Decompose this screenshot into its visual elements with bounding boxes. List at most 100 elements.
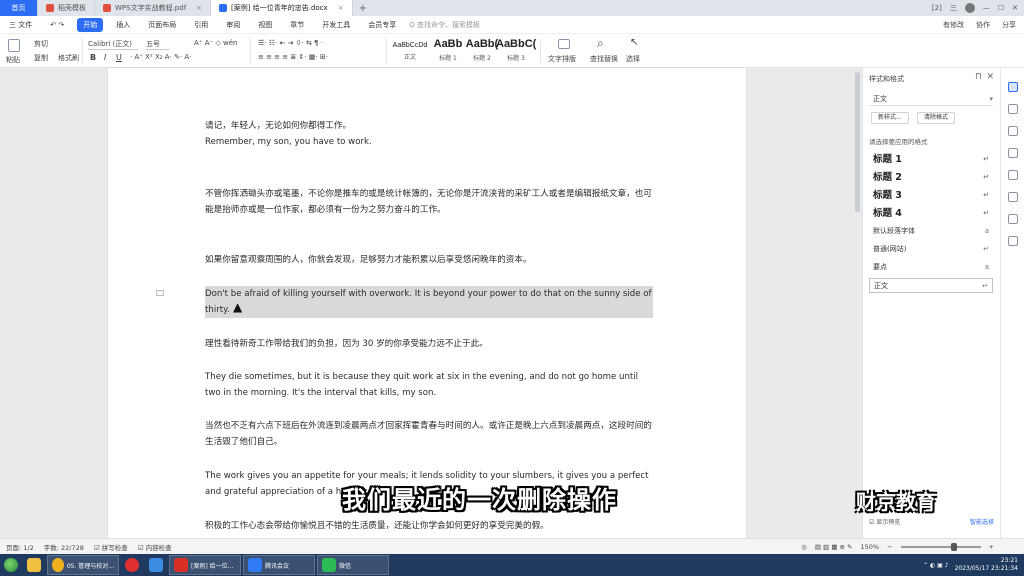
- text-format-icons[interactable]: · A⁺ X² X₂ A· ✎· A·: [130, 53, 191, 61]
- taskbar-netease[interactable]: [121, 555, 143, 575]
- taskbar-tencent-meeting[interactable]: 腾讯会议: [243, 555, 315, 575]
- style-normal[interactable]: AaBbCcDd 正文: [390, 36, 430, 64]
- new-tab-button[interactable]: +: [353, 0, 373, 16]
- minimize-icon[interactable]: —: [983, 4, 990, 12]
- maximize-icon[interactable]: ☐: [998, 4, 1004, 12]
- style-item-heading-3[interactable]: 标题 3 ↵: [869, 188, 993, 203]
- zoom-in-icon[interactable]: +: [989, 543, 994, 551]
- clear-format-button[interactable]: 清除格式: [917, 112, 956, 124]
- selected-paragraph[interactable]: Don't be afraid of killing yourself with…: [205, 286, 653, 318]
- collaborate-button[interactable]: 协作: [976, 20, 990, 30]
- word-count[interactable]: 字数: 22/728: [44, 542, 84, 552]
- close-icon[interactable]: ✕: [986, 72, 994, 82]
- tab-docx[interactable]: [案例] 给一位青年的忠告.docx ×: [211, 0, 353, 16]
- document-page[interactable]: 请记，年轻人，无论如何你都得工作。 Remember, my son, you …: [108, 68, 746, 538]
- paragraph[interactable]: 如果你留意观察周围的人，你就会发现，足够努力才能积累以后享受悠闲晚年的资本。: [205, 252, 653, 268]
- find-replace-button[interactable]: 查找替换: [590, 54, 618, 64]
- file-menu[interactable]: 三 文件: [0, 20, 41, 30]
- font-size-select[interactable]: 五号: [146, 39, 170, 50]
- paragraph[interactable]: 理性看待新奇工作带给我们的负担，因为 30 岁的你承受能力远不止于此。: [205, 336, 653, 352]
- font-family-select[interactable]: Calibri (正文): [88, 39, 138, 50]
- menu-review[interactable]: 审阅: [217, 20, 249, 30]
- modified-status[interactable]: 有修改: [943, 20, 964, 30]
- undo-icon[interactable]: ↶ ↷: [41, 21, 73, 29]
- font-grow-icon[interactable]: A⁺ A⁻ ◇ wén: [194, 39, 238, 47]
- menu-section[interactable]: 章节: [281, 20, 313, 30]
- tab-home[interactable]: 首页: [0, 0, 38, 16]
- close-tab-icon[interactable]: ×: [338, 4, 344, 12]
- page-view-icon[interactable]: ▤ ▥ ▦ ⊕ ✎: [815, 543, 853, 551]
- show-preview-checkbox[interactable]: ☑ 显示预览: [869, 517, 900, 526]
- new-style-button[interactable]: 新样式...: [871, 112, 909, 124]
- format-painter-button[interactable]: 格式刷: [58, 53, 79, 63]
- menu-insert[interactable]: 插入: [107, 20, 139, 30]
- close-tab-icon[interactable]: ×: [196, 4, 202, 12]
- zoom-level[interactable]: 150%: [861, 543, 880, 551]
- list-icons[interactable]: ☰· ☷· ⇤ ⇥ ⇳· ⇆ ¶ ·: [258, 39, 323, 47]
- vertical-scrollbar[interactable]: [855, 72, 860, 212]
- taskbar-wps[interactable]: [案例] 给一位...: [169, 555, 241, 575]
- menu-home[interactable]: 开始: [77, 17, 104, 32]
- taskbar-chrome[interactable]: 05. 管理与校对...: [47, 555, 119, 575]
- cut-button[interactable]: 剪切: [34, 39, 48, 49]
- align-icons[interactable]: ≡ ≡ ≡ ≡ ≣ ⇕· ▦· ⊞·: [258, 53, 328, 61]
- taskbar-wechat[interactable]: 微信: [317, 555, 389, 575]
- style-item-default-font[interactable]: 默认段落字体 a: [869, 224, 993, 239]
- share-icon[interactable]: [1008, 236, 1018, 246]
- edit-icon[interactable]: [1008, 126, 1018, 136]
- text-layout-button[interactable]: 文字排版: [548, 54, 576, 64]
- taskbar-explorer[interactable]: [23, 555, 45, 575]
- settings-icon[interactable]: [1008, 148, 1018, 158]
- underline-button[interactable]: U: [116, 53, 122, 62]
- select-button[interactable]: 选择: [626, 54, 640, 64]
- translate-icon[interactable]: [1008, 192, 1018, 202]
- zoom-out-icon[interactable]: −: [887, 543, 892, 551]
- bold-button[interactable]: B: [90, 53, 96, 62]
- italic-button[interactable]: I: [104, 53, 106, 62]
- start-button[interactable]: [0, 554, 22, 576]
- style-item-heading-1[interactable]: 标题 1 ↵: [869, 152, 993, 167]
- page-indicator[interactable]: 页面: 1/2: [6, 542, 34, 552]
- styles-pen-icon[interactable]: [1008, 82, 1018, 92]
- share-button[interactable]: 分享: [1002, 20, 1016, 30]
- text-layout-icon[interactable]: [558, 39, 570, 49]
- tray-icons[interactable]: ⌃ ◐ ▣ ♪: [923, 562, 948, 569]
- menu-badge[interactable]: 三: [950, 3, 957, 13]
- spell-check-toggle[interactable]: ☑ 拼写检查: [94, 542, 128, 552]
- tab-docer-templates[interactable]: 稻壳模板: [38, 0, 95, 16]
- location-icon[interactable]: [1008, 170, 1018, 180]
- panel-pin-icon[interactable]: ⊓: [975, 72, 982, 82]
- paragraph[interactable]: 积极的工作心态会带给你愉悦且不错的生活质量，还能让你学会如何更好的享受完美的假。: [205, 518, 653, 534]
- user-avatar[interactable]: [964, 3, 975, 13]
- style-item-heading-4[interactable]: 标题 4 ↵: [869, 206, 993, 221]
- content-check-toggle[interactable]: ☑ 内容检查: [138, 542, 172, 552]
- paste-icon[interactable]: [8, 39, 20, 52]
- style-heading-3[interactable]: AaBbC( 标题 3: [496, 36, 536, 64]
- taskbar-feishu[interactable]: [145, 555, 167, 575]
- style-item-normal-web[interactable]: 普通(网站) ↵: [869, 242, 993, 257]
- menu-page-layout[interactable]: 页面布局: [139, 20, 185, 30]
- menu-references[interactable]: 引用: [185, 20, 217, 30]
- style-item-strong[interactable]: 要点 a: [869, 260, 993, 275]
- paragraph[interactable]: 请记，年轻人，无论如何你都得工作。 Remember, my son, you …: [205, 118, 653, 150]
- select-icon[interactable]: [1008, 104, 1018, 114]
- menu-view[interactable]: 视图: [249, 20, 281, 30]
- tab-pdf[interactable]: WPS文字实战教程.pdf ×: [95, 0, 212, 16]
- cursor-arrow-icon[interactable]: ↖: [630, 37, 638, 48]
- search-icon[interactable]: ⌕: [597, 36, 604, 51]
- current-style-select[interactable]: 正文 ▾: [869, 92, 993, 106]
- clock[interactable]: 23:21 2023/05/17 23:21:34: [955, 557, 1018, 573]
- paragraph[interactable]: 不管你挥洒锄头亦或笔墨，不论你是推车的或是统计帐簿的，无论你是汗流浃背的采矿工人…: [205, 186, 653, 218]
- close-window-icon[interactable]: ✕: [1012, 4, 1018, 12]
- zoom-slider-knob[interactable]: [950, 542, 957, 551]
- menu-developer[interactable]: 开发工具: [313, 20, 359, 30]
- paragraph[interactable]: They die sometimes, but it is because th…: [205, 369, 653, 401]
- smart-select-link[interactable]: 智能选择: [970, 517, 994, 526]
- paragraph-handle-icon[interactable]: [156, 290, 164, 296]
- style-item-heading-2[interactable]: 标题 2 ↵: [869, 170, 993, 185]
- menu-member[interactable]: 会员专享: [359, 20, 405, 30]
- paragraph[interactable]: 当然也不乏有六点下班后在外流连到凌晨两点才回家挥霍青春与时间的人。或许正是晚上六…: [205, 418, 653, 450]
- command-search[interactable]: Q 查找命令、搜索模板: [409, 20, 480, 30]
- eye-protection-icon[interactable]: ◎: [801, 543, 807, 551]
- document-workspace[interactable]: 请记，年轻人，无论如何你都得工作。 Remember, my son, you …: [0, 68, 860, 538]
